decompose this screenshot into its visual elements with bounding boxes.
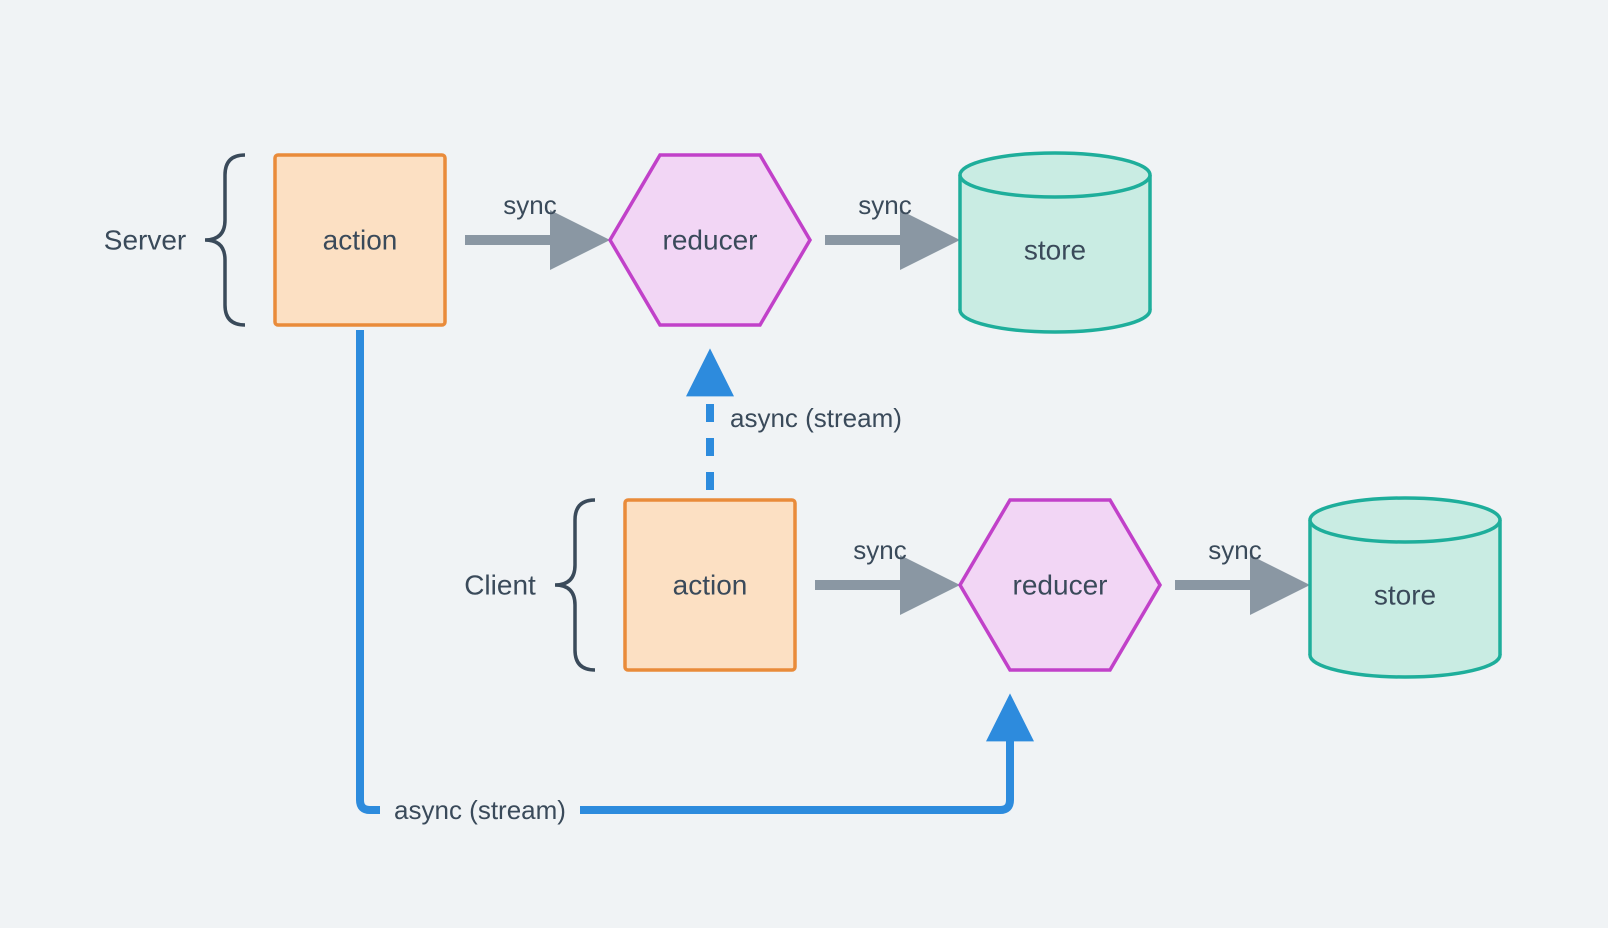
client-sync-label-2: sync xyxy=(1208,535,1261,565)
server-sync-label-2: sync xyxy=(858,190,911,220)
server-reducer-label: reducer xyxy=(663,225,758,256)
client-sync-label-1: sync xyxy=(853,535,906,565)
async-stream-label-2: async (stream) xyxy=(394,795,566,825)
client-action-label: action xyxy=(673,570,748,601)
server-brace xyxy=(205,155,245,325)
server-store-label: store xyxy=(1024,235,1086,266)
client-reducer-label: reducer xyxy=(1013,570,1108,601)
client-label: Client xyxy=(464,570,536,601)
server-label: Server xyxy=(104,225,186,256)
client-store-label: store xyxy=(1374,580,1436,611)
server-action-label: action xyxy=(323,225,398,256)
server-sync-label-1: sync xyxy=(503,190,556,220)
architecture-diagram: Server action sync reducer sync store Cl… xyxy=(0,0,1608,928)
async-stream-label-1: async (stream) xyxy=(730,403,902,433)
client-brace xyxy=(555,500,595,670)
